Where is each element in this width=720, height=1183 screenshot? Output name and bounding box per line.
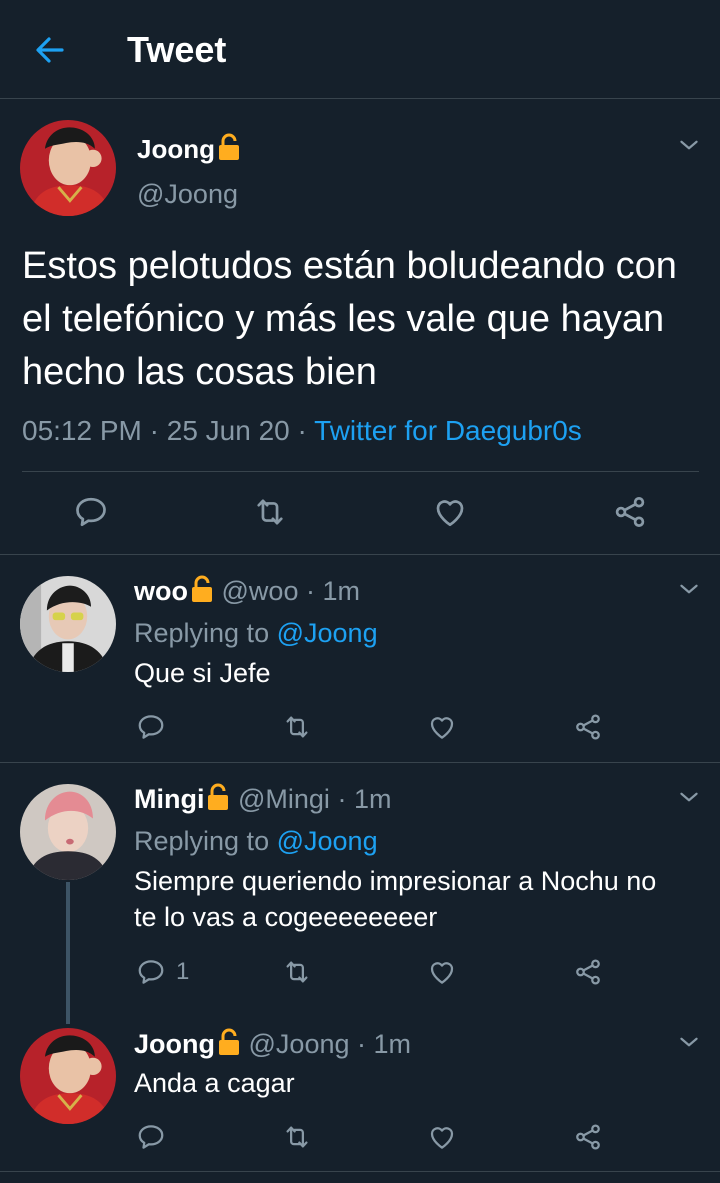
reply-header: woo @woo · 1m [134, 575, 361, 606]
tweet-divider [0, 554, 720, 555]
retweet-button[interactable] [282, 712, 312, 742]
share-button[interactable] [573, 957, 603, 987]
avatar-image [20, 120, 116, 216]
reply-divider [0, 1171, 720, 1172]
retweet-button[interactable] [282, 1122, 312, 1152]
chevron-down-icon[interactable] [676, 1029, 702, 1055]
handle[interactable]: @woo [222, 576, 299, 606]
avatar[interactable] [20, 120, 116, 216]
display-name[interactable]: Joong [137, 133, 241, 164]
share-icon [573, 1122, 603, 1152]
retweet-icon [252, 494, 288, 530]
reply-time: 1m [322, 576, 361, 606]
chevron-down-icon[interactable] [676, 784, 702, 810]
tweet-client-link[interactable]: Twitter for Daegubr0s [314, 415, 582, 446]
header-divider [0, 98, 720, 99]
retweet-icon [282, 957, 312, 987]
back-arrow-icon [36, 37, 64, 63]
retweet-button[interactable] [252, 494, 288, 530]
reply-button[interactable] [136, 712, 166, 742]
back-button[interactable] [30, 30, 70, 70]
share-button[interactable] [573, 712, 603, 742]
avatar[interactable] [20, 576, 116, 672]
reply-button[interactable] [73, 494, 109, 530]
replying-to: Replying to @Joong [134, 826, 378, 856]
reply-text: Que si Jefe [134, 658, 271, 688]
mention-link[interactable]: @Joong [277, 618, 378, 648]
reply-button[interactable]: 1 [136, 957, 189, 987]
meta-divider [22, 471, 699, 472]
reply-header: Mingi @Mingi · 1m [134, 783, 392, 814]
lock-icon [217, 1028, 241, 1056]
avatar-image [20, 1028, 116, 1124]
handle[interactable]: @Joong [249, 1029, 350, 1059]
tweet-time: 05:12 PM [22, 415, 142, 446]
lock-icon [206, 783, 230, 811]
reply-time: 1m [353, 784, 392, 814]
reply-icon [136, 1122, 166, 1152]
handle[interactable]: @Mingi [238, 784, 330, 814]
like-button[interactable] [427, 712, 457, 742]
retweet-icon [282, 1122, 312, 1152]
reply-text-line: te lo vas a cogeeeeeeeer [134, 902, 438, 932]
page-title: Tweet [127, 29, 227, 70]
avatar[interactable] [20, 1028, 116, 1124]
avatar-image [20, 784, 116, 880]
share-icon [612, 494, 648, 530]
display-name[interactable]: woo [134, 576, 188, 606]
reply-divider [0, 762, 720, 763]
like-button[interactable] [427, 957, 457, 987]
reply-time: 1m [373, 1029, 412, 1059]
share-icon [573, 712, 603, 742]
like-icon [427, 957, 457, 987]
handle[interactable]: @Joong [137, 178, 238, 210]
share-button[interactable] [612, 494, 648, 530]
lock-icon [217, 133, 241, 161]
avatar-image [20, 576, 116, 672]
avatar[interactable] [20, 784, 116, 880]
reply-text-line: Siempre queriendo impresionar a Nochu no [134, 866, 657, 896]
chevron-down-icon[interactable] [676, 132, 702, 158]
like-icon [432, 494, 468, 530]
reply-text: Anda a cagar [134, 1068, 295, 1098]
replying-to: Replying to @Joong [134, 618, 378, 648]
share-icon [573, 957, 603, 987]
tweet-meta: 05:12 PM · 25 Jun 20 · Twitter for Daegu… [22, 415, 582, 446]
like-button[interactable] [427, 1122, 457, 1152]
reply-icon [136, 957, 166, 987]
display-name[interactable]: Mingi [134, 784, 204, 814]
chevron-down-icon[interactable] [676, 576, 702, 602]
tweet-date: 25 Jun 20 [166, 415, 290, 446]
reply-header: Joong @Joong · 1m [134, 1028, 412, 1059]
retweet-button[interactable] [282, 957, 312, 987]
display-name[interactable]: Joong [134, 1029, 215, 1059]
reply-button[interactable] [136, 1122, 166, 1152]
mention-link[interactable]: @Joong [277, 826, 378, 856]
share-button[interactable] [573, 1122, 603, 1152]
like-icon [427, 712, 457, 742]
reply-count: 1 [176, 958, 190, 985]
like-icon [427, 1122, 457, 1152]
lock-icon [190, 575, 214, 603]
like-button[interactable] [432, 494, 468, 530]
retweet-icon [282, 712, 312, 742]
reply-icon [73, 494, 109, 530]
thread-line [66, 882, 70, 1024]
tweet-text: Estos pelotudos están boludeando con el … [22, 245, 677, 393]
reply-icon [136, 712, 166, 742]
